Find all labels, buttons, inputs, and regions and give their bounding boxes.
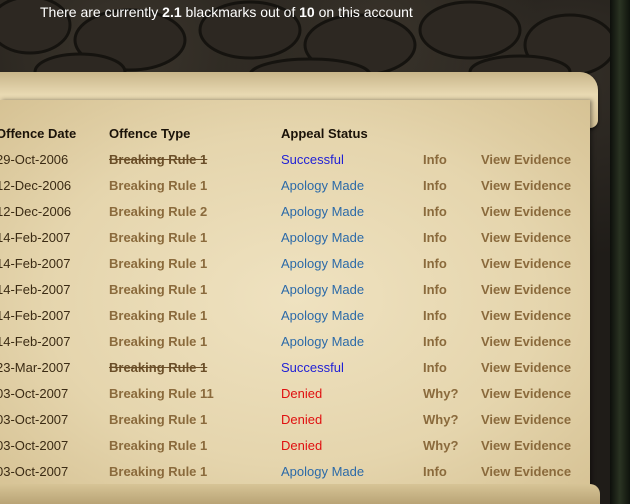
offence-type: Breaking Rule 1 [109, 463, 208, 479]
offence-date: 14-Feb-2007 [0, 307, 71, 323]
offence-type: Breaking Rule 1 [109, 333, 208, 349]
offence-date: 14-Feb-2007 [0, 255, 71, 271]
appeal-status: Apology Made [281, 281, 365, 297]
table-row: 12-Dec-2006 Breaking Rule 1 Apology Made In… [0, 172, 598, 198]
blackmarks-summary: There are currently 2.1 blackmarks out o… [40, 4, 413, 20]
table-row: 03-Oct-2007 Breaking Rule 1 Denied Why? View… [0, 406, 598, 432]
why-link[interactable]: Why? [423, 380, 481, 406]
why-link[interactable]: Why? [423, 432, 481, 458]
info-link[interactable]: Info [423, 328, 481, 354]
info-link[interactable]: Info [423, 354, 481, 380]
table-row: 03-Oct-2007 Breaking Rule 11 Denied Why? Vie… [0, 380, 598, 406]
info-link[interactable]: Info [423, 172, 481, 198]
offence-date: 03-Oct-2007 [0, 385, 69, 401]
summary-suffix: on this account [314, 4, 413, 20]
offence-date: 03-Oct-2007 [0, 437, 69, 453]
offence-type: Breaking Rule 2 [109, 203, 208, 219]
table-row: 12-Dec-2006 Breaking Rule 2 Apology Made In… [0, 198, 598, 224]
info-link[interactable]: Info [423, 458, 481, 484]
appeal-status: Apology Made [281, 177, 365, 193]
table-row: 03-Oct-2007 Breaking Rule 1 Denied Why? View… [0, 432, 598, 458]
table-row: 14-Feb-2007 Breaking Rule 1 Apology Made In… [0, 276, 598, 302]
offence-type: Breaking Rule 1 [109, 177, 208, 193]
appeal-status: Apology Made [281, 333, 365, 349]
info-link[interactable]: Info [423, 302, 481, 328]
table-row: 14-Feb-2007 Breaking Rule 1 Apology Made In… [0, 224, 598, 250]
appeal-status: Apology Made [281, 203, 365, 219]
table-row: 14-Feb-2007 Breaking Rule 1 Apology Made In… [0, 328, 598, 354]
view-evidence-link[interactable]: View Evidence [481, 328, 598, 354]
offence-date: 14-Feb-2007 [0, 281, 71, 297]
offence-date: 03-Oct-2007 [0, 463, 69, 479]
offence-type: Breaking Rule 1 [109, 255, 208, 271]
view-evidence-link[interactable]: View Evidence [481, 302, 598, 328]
offence-date: 12-Dec-2006 [0, 203, 72, 219]
view-evidence-link[interactable]: View Evidence [481, 406, 598, 432]
table-row: 14-Feb-2007 Breaking Rule 1 Apology Made In… [0, 250, 598, 276]
table-row: 29-Oct-2006 Breaking Rule 1 Successful Info… [0, 146, 598, 172]
table-row: 14-Feb-2007 Breaking Rule 1 Apology Made In… [0, 302, 598, 328]
offence-type: Breaking Rule 1 [109, 229, 208, 245]
view-evidence-link[interactable]: View Evidence [481, 458, 598, 484]
summary-prefix: There are currently [40, 4, 163, 20]
view-evidence-link[interactable]: View Evidence [481, 146, 598, 172]
view-evidence-link[interactable]: View Evidence [481, 380, 598, 406]
blackmark-count: 2.1 [162, 4, 182, 20]
appeal-status: Successful [281, 151, 344, 167]
appeal-status: Apology Made [281, 255, 365, 271]
table-row: 03-Oct-2007 Breaking Rule 1 Apology Made In… [0, 458, 598, 484]
blackmark-max: 10 [299, 4, 315, 20]
offence-date: 12-Dec-2006 [0, 177, 72, 193]
header-offence-date: Offence Date [0, 125, 77, 141]
info-link[interactable]: Info [423, 198, 481, 224]
info-link[interactable]: Info [423, 224, 481, 250]
offence-date: 23-Mar-2007 [0, 359, 71, 375]
appeal-status: Denied [281, 411, 323, 427]
vine-border [610, 0, 630, 504]
offences-table: Offence Date Offence Type Appeal Status … [0, 120, 598, 484]
info-link[interactable]: Info [423, 276, 481, 302]
appeal-status: Apology Made [281, 463, 365, 479]
offence-type: Breaking Rule 1 [109, 411, 208, 427]
offence-type: Breaking Rule 11 [109, 385, 214, 401]
view-evidence-link[interactable]: View Evidence [481, 250, 598, 276]
view-evidence-link[interactable]: View Evidence [481, 172, 598, 198]
offence-type: Breaking Rule 1 [109, 307, 208, 323]
view-evidence-link[interactable]: View Evidence [481, 276, 598, 302]
why-link[interactable]: Why? [423, 406, 481, 432]
appeal-status: Apology Made [281, 307, 365, 323]
header-offence-type: Offence Type [109, 125, 191, 141]
offence-date: 03-Oct-2007 [0, 411, 69, 427]
offence-type: Breaking Rule 1 [109, 281, 208, 297]
header-appeal-status: Appeal Status [281, 125, 368, 141]
view-evidence-link[interactable]: View Evidence [481, 354, 598, 380]
appeal-status: Apology Made [281, 229, 365, 245]
scroll-bottom-roll [0, 484, 600, 504]
offence-type: Breaking Rule 1 [109, 359, 208, 375]
view-evidence-link[interactable]: View Evidence [481, 432, 598, 458]
appeal-status: Denied [281, 437, 323, 453]
offence-date: 14-Feb-2007 [0, 229, 71, 245]
info-link[interactable]: Info [423, 250, 481, 276]
view-evidence-link[interactable]: View Evidence [481, 198, 598, 224]
appeal-status: Successful [281, 359, 344, 375]
offence-type: Breaking Rule 1 [109, 437, 208, 453]
appeal-status: Denied [281, 385, 323, 401]
offence-date: 29-Oct-2006 [0, 151, 69, 167]
offence-date: 14-Feb-2007 [0, 333, 71, 349]
summary-middle: blackmarks out of [181, 4, 300, 20]
offence-type: Breaking Rule 1 [109, 151, 208, 167]
info-link[interactable]: Info [423, 146, 481, 172]
table-row: 23-Mar-2007 Breaking Rule 1 Successful Info… [0, 354, 598, 380]
table-header-row: Offence Date Offence Type Appeal Status [0, 120, 598, 146]
view-evidence-link[interactable]: View Evidence [481, 224, 598, 250]
